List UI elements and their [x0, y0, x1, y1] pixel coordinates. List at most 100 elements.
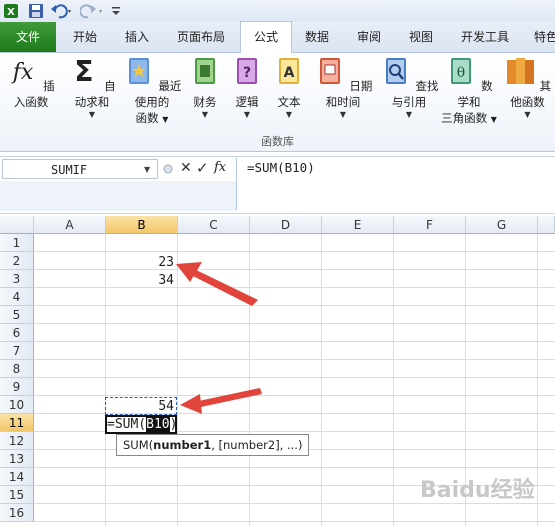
save-icon[interactable] — [28, 3, 44, 19]
svg-text:X: X — [7, 7, 15, 18]
row-header-5[interactable]: 5 — [0, 306, 34, 324]
chevron-down-icon: ▼ — [524, 110, 531, 119]
enter-icon[interactable]: ✓ — [196, 159, 209, 177]
column-header-f[interactable]: F — [394, 216, 466, 234]
formula-input[interactable]: =SUM(B10) — [236, 158, 555, 210]
tab-page-layout[interactable]: 页面布局 — [168, 22, 234, 52]
excel-icon[interactable]: X — [3, 3, 19, 19]
datetime-book-icon — [319, 58, 340, 84]
edit-prefix: =SUM( — [107, 417, 147, 432]
tab-developer[interactable]: 开发工具 — [452, 22, 518, 52]
tab-file[interactable]: 文件 — [0, 22, 56, 52]
row-header-12[interactable]: 12 — [0, 432, 34, 450]
name-box[interactable]: SUMIF — [2, 159, 158, 179]
finance-book-icon — [195, 58, 215, 84]
row-header-7[interactable]: 7 — [0, 342, 34, 360]
column-header-a[interactable]: A — [34, 216, 106, 234]
text-button[interactable]: A 文本 ▼ — [270, 55, 308, 119]
row-header-3[interactable]: 3 — [0, 270, 34, 288]
row-header-10[interactable]: 10 — [0, 396, 34, 414]
chevron-down-icon: ▼ — [285, 110, 293, 119]
svg-text:θ: θ — [457, 65, 465, 81]
tab-home[interactable]: 开始 — [62, 22, 108, 52]
cancel-icon[interactable]: ✕ — [180, 160, 192, 176]
datetime-button[interactable]: 日期和时间 ▼ — [310, 55, 376, 119]
row-header-16[interactable]: 16 — [0, 504, 34, 522]
redo-icon[interactable] — [80, 3, 104, 19]
customize-icon[interactable] — [110, 3, 122, 19]
row-header-1[interactable]: 1 — [0, 234, 34, 252]
row-header-11[interactable]: 11 — [0, 414, 34, 432]
tooltip-arg-current: number1 — [153, 438, 212, 452]
finance-button[interactable]: 财务 ▼ — [186, 55, 224, 119]
tab-data[interactable]: 数据 — [294, 22, 340, 52]
column-header-d[interactable]: D — [250, 216, 322, 234]
more-functions-button[interactable]: 其他函数 ▼ — [500, 55, 555, 119]
ribbon-tabs: 文件 开始 插入 页面布局 公式 数据 审阅 视图 开发工具 特色 — [0, 21, 555, 53]
insert-function-icon[interactable]: fx — [214, 160, 226, 175]
more-books-icon — [506, 58, 534, 84]
chevron-down-icon[interactable]: ▼ — [144, 165, 150, 174]
formula-bar-empty-area — [0, 181, 236, 211]
column-header-c[interactable]: C — [178, 216, 250, 234]
lookup-reference-button[interactable]: 查找与引用 ▼ — [376, 55, 442, 119]
logical-label: 逻辑 — [235, 95, 259, 109]
tab-insert[interactable]: 插入 — [114, 22, 160, 52]
column-header-h[interactable] — [538, 216, 555, 234]
svg-text:fx: fx — [11, 60, 34, 85]
svg-text:?: ? — [243, 65, 251, 81]
text-label: 文本 — [277, 95, 301, 109]
tooltip-func: SUM( — [123, 438, 154, 452]
row-header-9[interactable]: 9 — [0, 378, 34, 396]
column-header-b[interactable]: B — [106, 216, 178, 234]
chevron-down-icon: ▼ — [490, 115, 497, 124]
sigma-icon: Σ — [75, 55, 94, 88]
cell-b10[interactable]: 54 — [106, 398, 178, 416]
grip-icon — [163, 164, 173, 174]
formula-buttons: ✕ ✓ fx — [162, 159, 234, 179]
edit-reference: B10 — [146, 417, 170, 432]
tab-special[interactable]: 特色 — [526, 22, 555, 52]
tab-review[interactable]: 审阅 — [346, 22, 392, 52]
row-header-2[interactable]: 2 — [0, 252, 34, 270]
math-trig-label-2: 三角函数 — [441, 111, 488, 125]
undo-icon[interactable] — [50, 3, 74, 19]
chevron-down-icon: ▼ — [88, 110, 96, 119]
svg-text:Σ: Σ — [75, 55, 94, 87]
autosum-button[interactable]: Σ 自动求和 ▼ — [64, 55, 120, 119]
math-trig-button[interactable]: θ 数学和 三角函数 ▼ — [440, 55, 498, 128]
row-header-13[interactable]: 13 — [0, 450, 34, 468]
edit-suffix: ) — [169, 417, 178, 432]
quick-access-toolbar: X — [0, 0, 555, 23]
row-header-15[interactable]: 15 — [0, 486, 34, 504]
column-header-e[interactable]: E — [322, 216, 394, 234]
text-book-icon: A — [279, 58, 299, 84]
svg-text:A: A — [284, 65, 295, 81]
lookup-book-icon — [385, 58, 406, 84]
logical-button[interactable]: ? 逻辑 ▼ — [228, 55, 266, 119]
row-header-6[interactable]: 6 — [0, 324, 34, 342]
insert-function-button[interactable]: fx 插入函数 — [2, 55, 60, 110]
cell-b2[interactable]: 23 — [106, 254, 178, 272]
tooltip-args-rest: , [number2], ...) — [211, 438, 303, 452]
chevron-down-icon: ▼ — [339, 110, 347, 119]
cell-edit-text[interactable]: =SUM(B10) — [107, 416, 177, 433]
star-book-icon — [128, 58, 149, 84]
tab-view[interactable]: 视图 — [398, 22, 444, 52]
recent-functions-button[interactable]: 最近使用的 函数 ▼ — [120, 55, 184, 128]
tab-formulas[interactable]: 公式 — [240, 21, 292, 53]
select-all-corner[interactable] — [0, 216, 34, 234]
function-library-group-label: 函数库 — [261, 135, 294, 148]
chevron-down-icon: ▼ — [243, 110, 251, 119]
row-header-4[interactable]: 4 — [0, 288, 34, 306]
recent-functions-label-2: 函数 — [135, 111, 159, 125]
formula-bar: SUMIF ▼ ✕ ✓ fx =SUM(B10) — [0, 156, 555, 214]
row-header-14[interactable]: 14 — [0, 468, 34, 486]
chevron-down-icon: ▼ — [201, 110, 209, 119]
function-tooltip[interactable]: SUM(number1, [number2], ...) — [116, 434, 310, 456]
column-header-g[interactable]: G — [466, 216, 538, 234]
row-header-8[interactable]: 8 — [0, 360, 34, 378]
baidu-watermark: Baidu经验 — [420, 478, 535, 503]
cell-b3[interactable]: 34 — [106, 272, 178, 290]
finance-label: 财务 — [193, 95, 217, 109]
